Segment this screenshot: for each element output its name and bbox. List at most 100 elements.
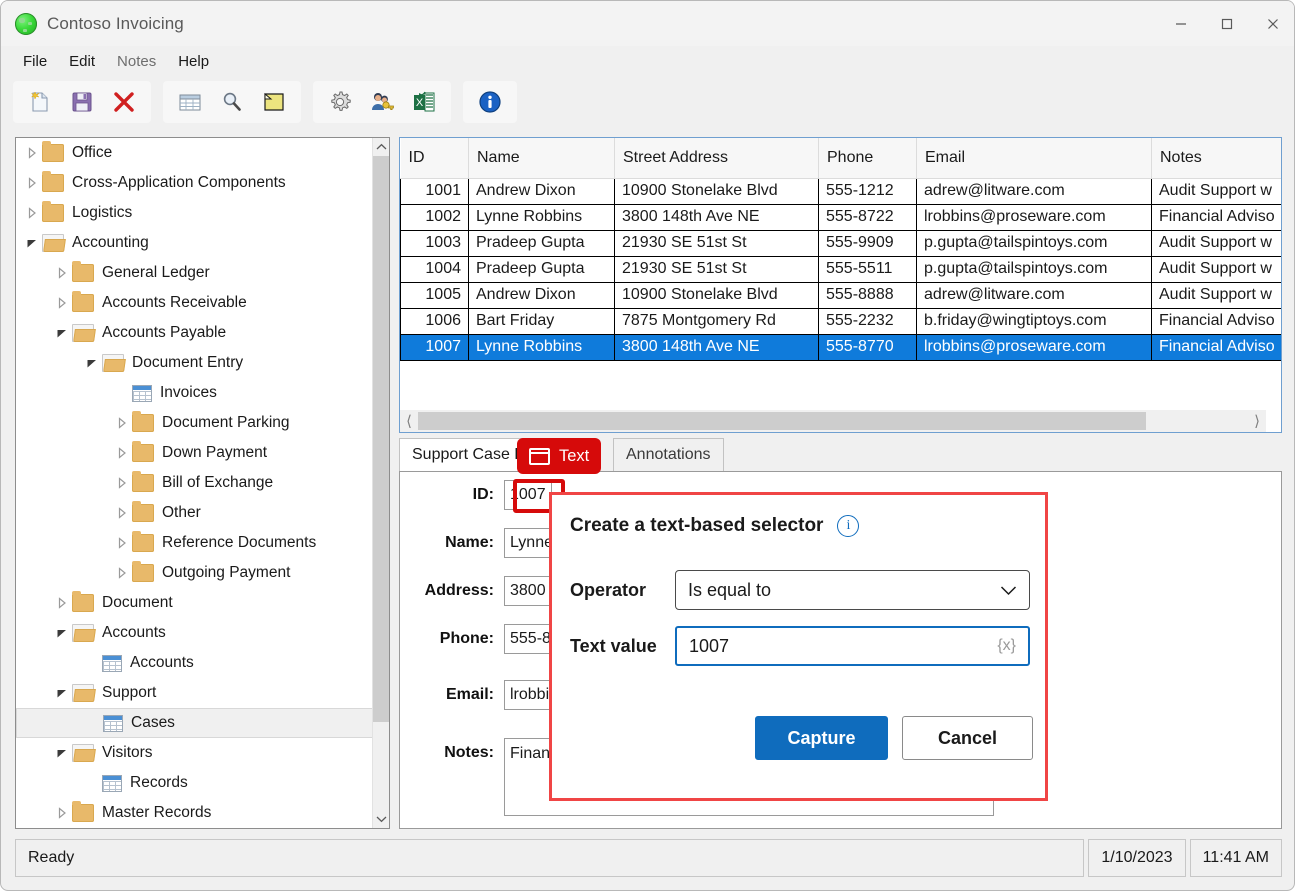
- chevron-down-icon[interactable]: [52, 623, 72, 643]
- chevron-right-icon[interactable]: [112, 503, 132, 523]
- export-excel-icon[interactable]: X: [406, 84, 442, 120]
- cell-id[interactable]: 1002: [401, 204, 469, 230]
- tree-item-support[interactable]: Support: [16, 678, 373, 708]
- cell-notes[interactable]: Financial Adviso: [1152, 334, 1283, 360]
- cell-email[interactable]: b.friday@wingtiptoys.com: [917, 308, 1152, 334]
- info-icon[interactable]: [472, 84, 508, 120]
- cell-name[interactable]: Pradeep Gupta: [469, 230, 615, 256]
- tree-item-accounts-receivable[interactable]: Accounts Receivable: [16, 288, 373, 318]
- navigation-tree[interactable]: OfficeCross-Application ComponentsLogist…: [16, 138, 373, 828]
- tree-item-accounts-payable[interactable]: Accounts Payable: [16, 318, 373, 348]
- info-circle-icon[interactable]: i: [837, 515, 859, 537]
- capture-button[interactable]: Capture: [755, 716, 888, 760]
- tree-item-accounts[interactable]: Accounts: [16, 618, 373, 648]
- cell-email[interactable]: lrobbins@proseware.com: [917, 204, 1152, 230]
- minimize-icon[interactable]: [1158, 1, 1204, 46]
- chevron-right-icon[interactable]: [52, 263, 72, 283]
- tab-annotations[interactable]: Annotations: [613, 438, 724, 472]
- tree-item-document-entry[interactable]: Document Entry: [16, 348, 373, 378]
- cell-street-address[interactable]: 7875 Montgomery Rd: [615, 308, 819, 334]
- cell-email[interactable]: adrew@litware.com: [917, 178, 1152, 204]
- text-selector-badge[interactable]: Text: [517, 438, 601, 474]
- chevron-down-icon[interactable]: [52, 743, 72, 763]
- table-row[interactable]: 1005Andrew Dixon10900 Stonelake Blvd555-…: [401, 282, 1283, 308]
- cell-phone[interactable]: 555-8722: [819, 204, 917, 230]
- search-icon[interactable]: [214, 84, 250, 120]
- menu-file[interactable]: File: [13, 50, 57, 73]
- cell-email[interactable]: p.gupta@tailspintoys.com: [917, 256, 1152, 282]
- tree-item-general-ledger[interactable]: General Ledger: [16, 258, 373, 288]
- cell-phone[interactable]: 555-2232: [819, 308, 917, 334]
- save-icon[interactable]: [64, 84, 100, 120]
- column-header-street-address[interactable]: Street Address: [615, 138, 819, 178]
- tree-item-other[interactable]: Other: [16, 498, 373, 528]
- cell-street-address[interactable]: 10900 Stonelake Blvd: [615, 282, 819, 308]
- chevron-left-icon[interactable]: ⟨: [400, 412, 418, 430]
- tree-item-office[interactable]: Office: [16, 138, 373, 168]
- table-row[interactable]: 1003Pradeep Gupta21930 SE 51st St555-990…: [401, 230, 1283, 256]
- new-document-icon[interactable]: [22, 84, 58, 120]
- grid-scroll-thumb[interactable]: [418, 412, 1146, 430]
- cell-notes[interactable]: Financial Adviso: [1152, 308, 1283, 334]
- cell-id[interactable]: 1003: [401, 230, 469, 256]
- tree-item-master-records[interactable]: Master Records: [16, 798, 373, 828]
- cell-phone[interactable]: 555-8888: [819, 282, 917, 308]
- cell-street-address[interactable]: 3800 148th Ave NE: [615, 334, 819, 360]
- close-icon[interactable]: [1250, 1, 1295, 46]
- cell-email[interactable]: p.gupta@tailspintoys.com: [917, 230, 1152, 256]
- tree-item-records[interactable]: Records: [16, 768, 373, 798]
- cell-name[interactable]: Lynne Robbins: [469, 204, 615, 230]
- cancel-button[interactable]: Cancel: [902, 716, 1033, 760]
- table-row[interactable]: 1004Pradeep Gupta21930 SE 51st St555-551…: [401, 256, 1283, 282]
- cell-name[interactable]: Andrew Dixon: [469, 282, 615, 308]
- chevron-right-icon[interactable]: [112, 473, 132, 493]
- scroll-down-icon[interactable]: [373, 810, 389, 828]
- cell-notes[interactable]: Audit Support w: [1152, 256, 1283, 282]
- tree-item-document[interactable]: Document: [16, 588, 373, 618]
- cell-street-address[interactable]: 3800 148th Ave NE: [615, 204, 819, 230]
- chevron-right-icon[interactable]: [22, 173, 42, 193]
- chevron-right-icon[interactable]: [22, 143, 42, 163]
- chevron-right-icon[interactable]: [22, 203, 42, 223]
- cell-name[interactable]: Pradeep Gupta: [469, 256, 615, 282]
- column-header-notes[interactable]: Notes: [1152, 138, 1283, 178]
- tree-item-accounts[interactable]: Accounts: [16, 648, 373, 678]
- chevron-right-icon[interactable]: [52, 293, 72, 313]
- chevron-down-icon[interactable]: [52, 683, 72, 703]
- cell-id[interactable]: 1007: [401, 334, 469, 360]
- tree-scroll-thumb[interactable]: [373, 156, 389, 722]
- cell-name[interactable]: Bart Friday: [469, 308, 615, 334]
- tree-item-accounting[interactable]: Accounting: [16, 228, 373, 258]
- chevron-right-icon[interactable]: ⟩: [1248, 412, 1266, 430]
- column-header-phone[interactable]: Phone: [819, 138, 917, 178]
- cell-id[interactable]: 1001: [401, 178, 469, 204]
- cell-street-address[interactable]: 10900 Stonelake Blvd: [615, 178, 819, 204]
- chevron-down-icon[interactable]: [22, 233, 42, 253]
- tree-item-down-payment[interactable]: Down Payment: [16, 438, 373, 468]
- chevron-down-icon[interactable]: [52, 323, 72, 343]
- column-header-id[interactable]: ID: [401, 138, 469, 178]
- cell-phone[interactable]: 555-9909: [819, 230, 917, 256]
- chevron-down-icon[interactable]: [82, 353, 102, 373]
- cell-id[interactable]: 1004: [401, 256, 469, 282]
- chevron-right-icon[interactable]: [112, 563, 132, 583]
- chevron-right-icon[interactable]: [112, 533, 132, 553]
- column-header-name[interactable]: Name: [469, 138, 615, 178]
- tree-item-document-parking[interactable]: Document Parking: [16, 408, 373, 438]
- cell-phone[interactable]: 555-8770: [819, 334, 917, 360]
- menu-notes[interactable]: Notes: [107, 50, 166, 73]
- cell-notes[interactable]: Audit Support w: [1152, 282, 1283, 308]
- cell-email[interactable]: lrobbins@proseware.com: [917, 334, 1152, 360]
- menu-help[interactable]: Help: [168, 50, 219, 73]
- table-row[interactable]: 1007Lynne Robbins3800 148th Ave NE555-87…: [401, 334, 1283, 360]
- cell-id[interactable]: 1005: [401, 282, 469, 308]
- cell-street-address[interactable]: 21930 SE 51st St: [615, 256, 819, 282]
- cell-street-address[interactable]: 21930 SE 51st St: [615, 230, 819, 256]
- grid-horizontal-scrollbar[interactable]: ⟨ ⟩: [400, 410, 1266, 432]
- operator-select[interactable]: Is equal to: [675, 570, 1030, 610]
- tree-item-bill-of-exchange[interactable]: Bill of Exchange: [16, 468, 373, 498]
- textvalue-input[interactable]: 1007 {x}: [675, 626, 1030, 666]
- tree-item-outgoing-payment[interactable]: Outgoing Payment: [16, 558, 373, 588]
- table-row[interactable]: 1006Bart Friday7875 Montgomery Rd555-223…: [401, 308, 1283, 334]
- table-row[interactable]: 1002Lynne Robbins3800 148th Ave NE555-87…: [401, 204, 1283, 230]
